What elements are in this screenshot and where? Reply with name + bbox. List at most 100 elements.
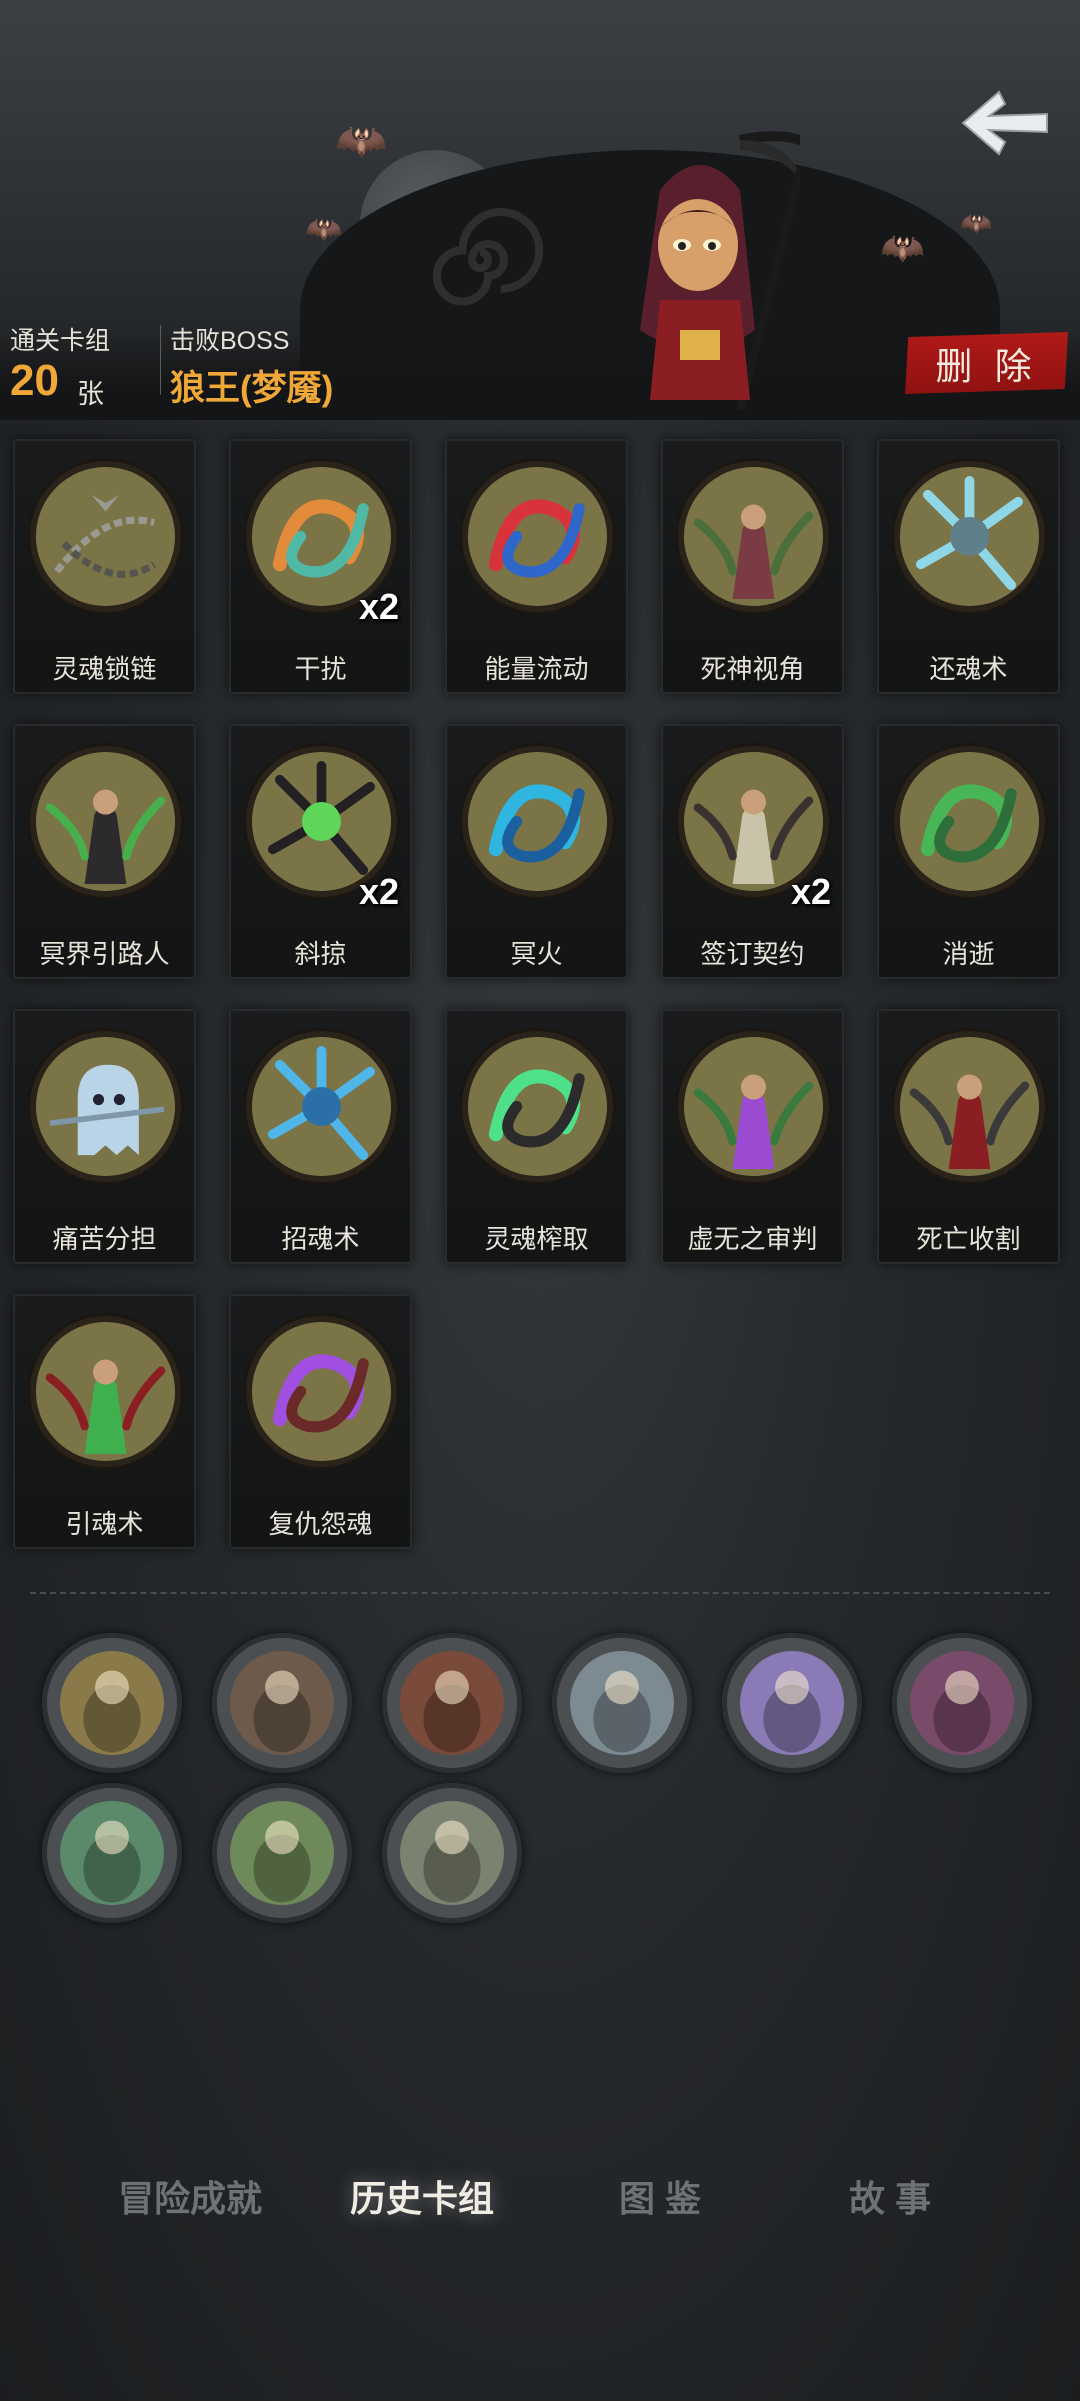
card-name: 干扰 xyxy=(294,654,347,684)
card-count-badge: x2 xyxy=(359,586,400,627)
card-harvest[interactable]: 死亡收割 xyxy=(877,1009,1060,1264)
card-ghost[interactable]: 痛苦分担 xyxy=(13,1009,196,1264)
bleeding-fist-icon xyxy=(387,1638,517,1768)
card-art-frame xyxy=(30,746,181,897)
header-scene: 🦇 🦇 🦇 🦇 通关卡组 20 张 击败BOSS 狼王(梦魇) 删 除 xyxy=(0,0,1080,420)
card-art-frame xyxy=(462,461,613,612)
card-art-image xyxy=(36,467,175,606)
card-chain[interactable]: 灵魂锁链 xyxy=(13,439,196,694)
relic-old-man[interactable] xyxy=(212,1633,352,1773)
card-art-image xyxy=(900,467,1039,606)
card-energy[interactable]: 能量流动 xyxy=(445,439,628,694)
card-art-frame xyxy=(462,1031,613,1182)
card-extract[interactable]: 灵魂榨取 xyxy=(445,1009,628,1264)
card-name: 死神视角 xyxy=(700,654,805,684)
card-art-image xyxy=(36,752,175,891)
spiral-decoration xyxy=(432,208,544,306)
card-art-frame xyxy=(246,1031,397,1182)
card-name: 灵魂榨取 xyxy=(484,1224,589,1254)
relic-bleeding-fist[interactable] xyxy=(382,1633,522,1773)
card-name: 冥火 xyxy=(510,939,563,969)
card-vanish[interactable]: 消逝 xyxy=(877,724,1060,979)
card-name: 还魂术 xyxy=(929,654,1008,684)
card-art-image xyxy=(684,467,823,606)
card-art-frame xyxy=(894,746,1045,897)
bat-icon: 🦇 xyxy=(305,213,343,246)
card-guide[interactable]: 冥界引路人 xyxy=(13,724,196,979)
card-count: 20 xyxy=(10,356,59,405)
card-name: 消逝 xyxy=(942,939,995,969)
card-hellfire[interactable]: 冥火 xyxy=(445,724,628,979)
card-unit: 张 xyxy=(77,379,104,409)
card-art-frame xyxy=(678,461,829,612)
card-art-image xyxy=(468,467,607,606)
card-judgement[interactable]: 虚无之审判 xyxy=(661,1009,844,1264)
card-art-frame xyxy=(30,461,181,612)
card-name: 死亡收割 xyxy=(916,1224,1021,1254)
card-art-image xyxy=(684,1037,823,1176)
card-name: 复仇怨魂 xyxy=(268,1509,373,1539)
card-art-image xyxy=(252,1322,391,1461)
back-button[interactable] xyxy=(955,78,1055,168)
card-revive[interactable]: 还魂术 xyxy=(877,439,1060,694)
card-art-frame xyxy=(894,1031,1045,1182)
glowing-book-icon xyxy=(727,1638,857,1768)
card-count-badge: x2 xyxy=(791,871,832,912)
delete-button[interactable]: 删 除 xyxy=(905,332,1068,394)
defeated-boss-label: 击败BOSS xyxy=(170,327,290,355)
card-name: 签订契约 xyxy=(700,939,805,969)
card-name: 灵魂锁链 xyxy=(52,654,157,684)
vampire-icon xyxy=(897,1638,1027,1768)
ogre-ghost-icon xyxy=(217,1788,347,1918)
card-name: 招魂术 xyxy=(281,1224,360,1254)
tab-history-deck[interactable]: 历史卡组 xyxy=(322,2170,522,2222)
relic-cross-skull[interactable] xyxy=(552,1633,692,1773)
card-art-image xyxy=(900,752,1039,891)
old-man-icon xyxy=(217,1638,347,1768)
card-art-image xyxy=(468,1037,607,1176)
card-summon[interactable]: 招魂术 xyxy=(229,1009,412,1264)
card-art-frame xyxy=(678,1031,829,1182)
card-art-image xyxy=(36,1322,175,1461)
card-art-image xyxy=(252,1037,391,1176)
relic-glowing-book[interactable] xyxy=(722,1633,862,1773)
relic-ogre-ghost[interactable] xyxy=(212,1783,352,1923)
card-art-frame xyxy=(246,1316,397,1467)
spirit-bed-icon xyxy=(47,1788,177,1918)
section-divider xyxy=(30,1592,1050,1594)
card-reaper-view[interactable]: 死神视角 xyxy=(661,439,844,694)
card-name: 引魂术 xyxy=(65,1509,144,1539)
bat-icon: 🦇 xyxy=(335,117,388,164)
cleared-deck-label: 通关卡组 xyxy=(10,327,111,355)
relic-vampire[interactable] xyxy=(892,1633,1032,1773)
back-arrow-icon xyxy=(961,90,1048,156)
card-vengeance[interactable]: 复仇怨魂 xyxy=(229,1294,412,1549)
card-art-image xyxy=(900,1037,1039,1176)
card-contract[interactable]: x2 签订契约 xyxy=(661,724,844,979)
card-art-frame xyxy=(894,461,1045,612)
tab-adventure-achievements[interactable]: 冒险成就 xyxy=(90,2170,290,2222)
card-art-frame xyxy=(462,746,613,897)
relic-gravedigger[interactable] xyxy=(382,1783,522,1923)
card-slash[interactable]: x2 斜掠 xyxy=(229,724,412,979)
card-music[interactable]: x2 干扰 xyxy=(229,439,412,694)
card-art-image xyxy=(468,752,607,891)
card-art-frame xyxy=(30,1031,181,1182)
card-name: 冥界引路人 xyxy=(39,939,170,969)
tab-codex[interactable]: 图 鉴 xyxy=(560,2170,760,2222)
bat-icon: 🦇 xyxy=(880,227,925,268)
hourglass-icon xyxy=(47,1638,177,1768)
card-lure[interactable]: 引魂术 xyxy=(13,1294,196,1549)
relic-spirit-bed[interactable] xyxy=(42,1783,182,1923)
reaper-character xyxy=(640,131,800,411)
tab-story[interactable]: 故 事 xyxy=(790,2170,990,2222)
relic-hourglass[interactable] xyxy=(42,1633,182,1773)
card-name: 痛苦分担 xyxy=(52,1224,157,1254)
card-art-image xyxy=(36,1037,175,1176)
cross-skull-icon xyxy=(557,1638,687,1768)
bat-icon: 🦇 xyxy=(960,208,993,238)
stat-divider xyxy=(160,325,161,395)
boss-name: 狼王(梦魇) xyxy=(170,369,334,408)
card-art-frame xyxy=(30,1316,181,1467)
card-name: 能量流动 xyxy=(484,654,589,684)
